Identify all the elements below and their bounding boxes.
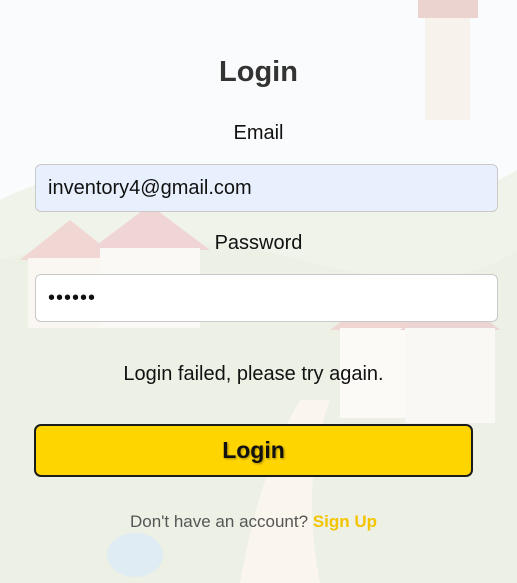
- email-label: Email: [233, 122, 284, 144]
- page-title: Login: [219, 56, 298, 88]
- login-form: Login Email Password Login failed, pleas…: [0, 0, 517, 583]
- password-field[interactable]: [35, 274, 498, 322]
- password-label: Password: [214, 232, 303, 254]
- signup-row: Don't have an account? Sign Up: [0, 512, 507, 532]
- error-message: Login failed, please try again.: [123, 363, 384, 385]
- signup-link[interactable]: Sign Up: [313, 512, 377, 531]
- signup-prompt: Don't have an account?: [129, 512, 309, 531]
- login-button[interactable]: Login: [34, 424, 473, 477]
- email-field[interactable]: [35, 164, 498, 212]
